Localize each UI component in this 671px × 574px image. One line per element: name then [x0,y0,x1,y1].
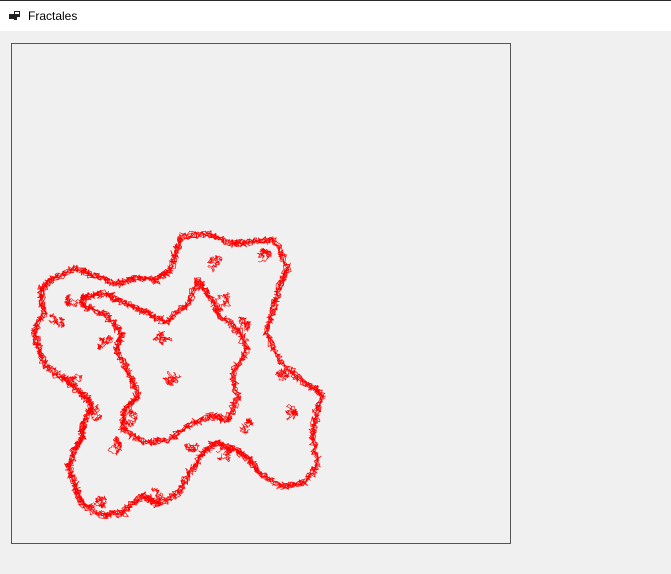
fractal-cluster [239,417,254,435]
fractal-drawing-canvas [30,230,326,519]
fractal-cluster [214,292,231,313]
fractal-cluster [152,330,173,346]
fractal-canvas-frame [11,43,511,544]
fractal-cluster [48,313,66,328]
fractal-cluster [215,445,233,462]
fractal-cluster [184,442,200,453]
fractal-cluster [64,294,79,307]
app-window-icon [9,11,20,20]
fractal-cluster [107,436,123,456]
fractal-cluster [93,495,107,509]
fractal-cluster [207,255,223,273]
fractal-cluster [97,334,114,351]
fractal-cluster [162,370,182,387]
window-title: Fractales [28,9,78,23]
fractal-cluster [285,404,298,421]
title-bar[interactable]: Fractales [0,1,671,31]
fractal-cluster [256,248,273,263]
app-window: Fractales [0,0,671,574]
